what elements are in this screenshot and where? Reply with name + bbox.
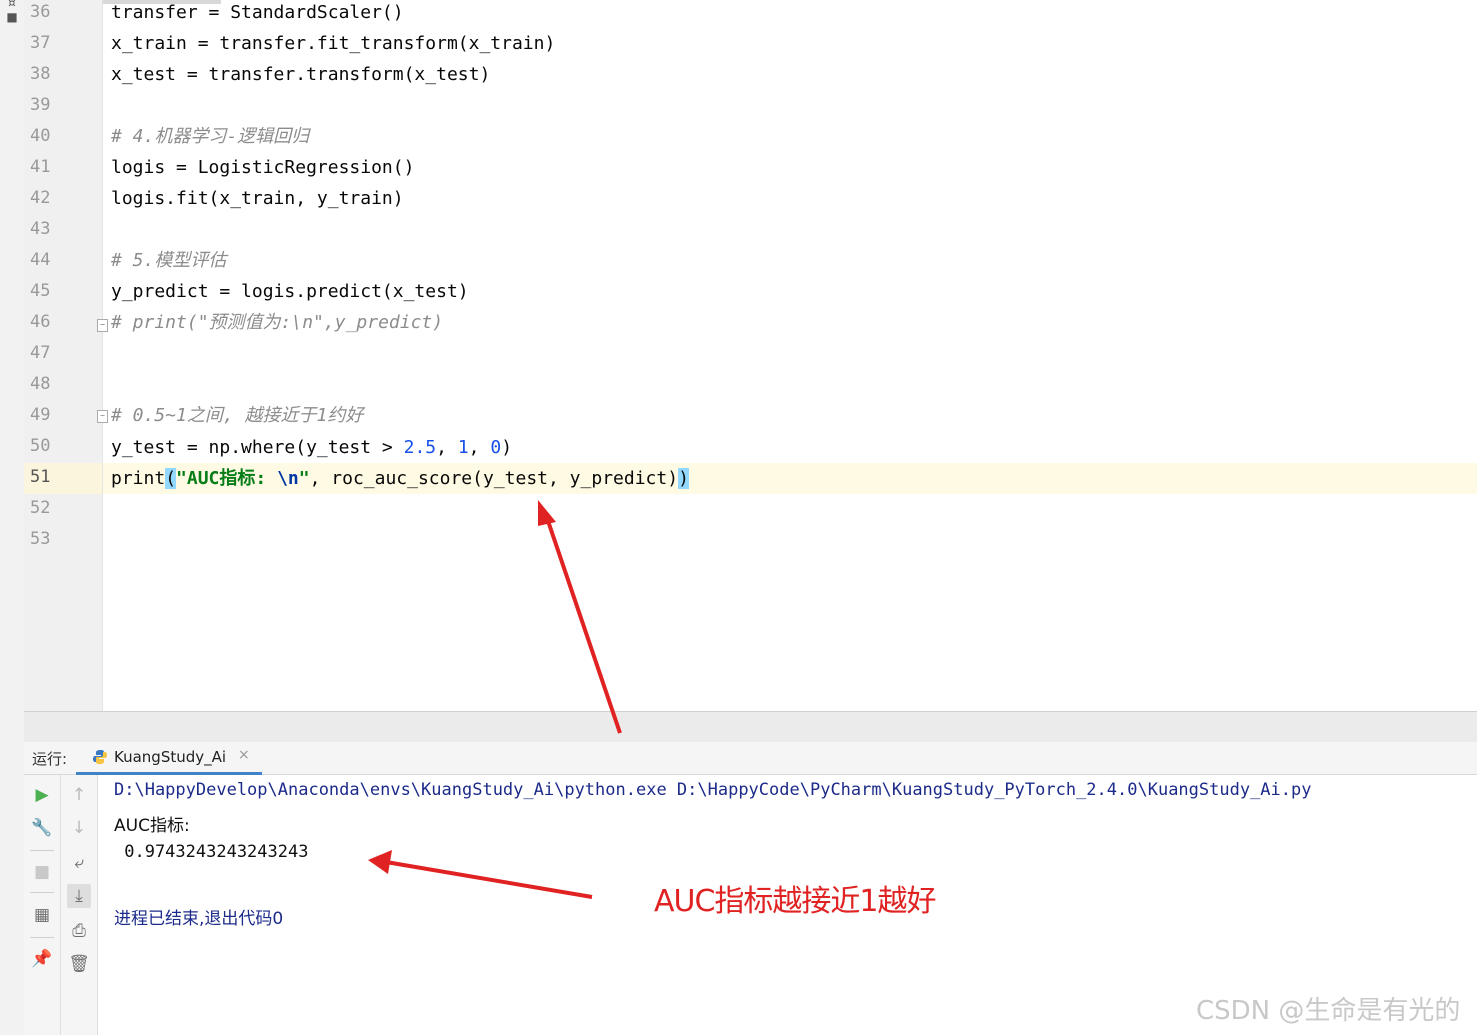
arrowhead-icon — [538, 500, 556, 526]
annotation-arrow-left — [385, 860, 593, 899]
watermark: CSDN @生命是有光的 — [1196, 996, 1461, 1026]
annotation-text: AUC指标越接近1越好 — [654, 884, 937, 919]
arrowhead-icon — [368, 850, 392, 874]
annotation-arrow-up — [544, 514, 622, 734]
